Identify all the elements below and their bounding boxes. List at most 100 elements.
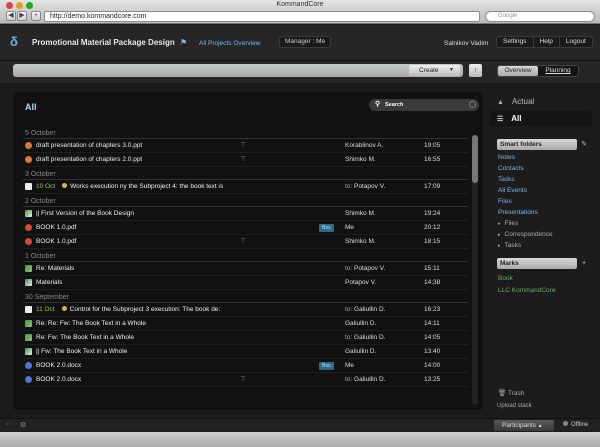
- app-logo[interactable]: δ: [10, 34, 18, 49]
- marks-header[interactable]: Marks: [497, 258, 577, 269]
- activity-row[interactable]: || First Version of the Book Design Shimk…: [23, 207, 468, 221]
- google-search-input[interactable]: Google: [485, 11, 595, 22]
- activity-row[interactable]: Materials Potapov V. 14:38: [23, 276, 468, 290]
- smart-folder-subgroup[interactable]: Files: [498, 220, 519, 227]
- activity-row[interactable]: BOOK 2.0.docx Box Me 14:00: [23, 359, 468, 373]
- item-title[interactable]: 10 Oct Works execution ny the Subproject …: [36, 180, 236, 194]
- manager-selector[interactable]: Manager : Me: [279, 36, 332, 48]
- all-projects-link[interactable]: All Projects Overview: [199, 40, 260, 47]
- activity-row[interactable]: BOOK 2.0.docx ⊤ to: Galiullin D. 13:25: [23, 373, 468, 387]
- pushpin-icon[interactable]: ⊤: [240, 153, 246, 167]
- scrollbar[interactable]: [472, 135, 478, 405]
- item-title[interactable]: draft presentation of chapters 3.0.ppt: [36, 139, 236, 153]
- person-name: Korablinov A.: [345, 142, 384, 149]
- pushpin-icon[interactable]: ⊤: [240, 139, 246, 153]
- sidebar-item-all[interactable]: ☰ All: [490, 111, 592, 126]
- upload-stack-link[interactable]: Upload stack: [497, 403, 532, 409]
- email-thread-icon: [25, 279, 32, 286]
- box-tag[interactable]: Box: [319, 224, 334, 232]
- item-title[interactable]: BOOK 2.0.docx: [36, 359, 236, 373]
- activity-row[interactable]: 10 Oct Works execution ny the Subproject …: [23, 180, 468, 194]
- person-name: Galiullin D.: [354, 376, 386, 383]
- logout-link[interactable]: Logout: [560, 37, 592, 47]
- activity-row[interactable]: draft presentation of chapters 3.0.ppt ⊤ K…: [23, 139, 468, 153]
- address-bar[interactable]: http://demo.kommandcore.com: [44, 11, 480, 22]
- back-button[interactable]: ◀: [6, 11, 16, 21]
- clear-search-icon[interactable]: [469, 101, 476, 108]
- smart-folder-link[interactable]: All Events: [498, 187, 527, 194]
- sidebar-label-actual: Actual: [511, 97, 535, 106]
- item-title[interactable]: BOOK 1.0.pdf: [36, 235, 236, 249]
- person-name: Potapov V.: [345, 279, 377, 286]
- sidebar: ▲ Actual ☰ All Smart folders ✎ Notes Contac…: [490, 92, 600, 410]
- panel-title: All: [25, 102, 37, 112]
- item-title[interactable]: 11 Oct Control for the Subproject 3 execu…: [36, 303, 236, 317]
- pushpin-icon[interactable]: ⊤: [240, 373, 246, 387]
- smart-folder-subgroup[interactable]: Correspondence: [498, 231, 553, 238]
- overview-tab[interactable]: Overview: [498, 66, 538, 76]
- activity-row[interactable]: BOOK 1.0.pdf Box Me 20:12: [23, 221, 468, 235]
- smart-folder-link[interactable]: Contacts: [498, 165, 524, 172]
- task-checkbox-icon[interactable]: [25, 183, 32, 190]
- smart-folder-link[interactable]: Files: [498, 198, 512, 205]
- sidebar-item-trash[interactable]: 🗑 Trash: [498, 389, 524, 397]
- person-name: Shimko M.: [345, 156, 376, 163]
- activity-row[interactable]: Re: Materials to: Potapov V. 15:11: [23, 262, 468, 276]
- settings-link[interactable]: Settings: [497, 37, 534, 47]
- forward-button[interactable]: ▶: [17, 11, 27, 21]
- item-title[interactable]: Re: Materials: [36, 262, 236, 276]
- smart-folder-subgroup[interactable]: Tasks: [498, 242, 522, 249]
- project-tree-icon[interactable]: ⚑: [180, 38, 187, 47]
- add-mark-icon[interactable]: +: [579, 259, 589, 269]
- project-title: Promotional Material Package Design: [32, 38, 175, 47]
- scroll-thumb[interactable]: [472, 135, 478, 183]
- item-person: Me: [345, 359, 354, 373]
- item-title-text: Materials: [36, 279, 63, 286]
- offline-status: Offline: [563, 421, 588, 428]
- activity-row[interactable]: || Fw: The Book Text in a Whole Galiullin…: [23, 345, 468, 359]
- item-title-text: draft presentation of chapters 2.0.ppt: [36, 156, 143, 163]
- activity-row[interactable]: Re: Fw: The Book Text in a Whole to: Gali…: [23, 331, 468, 345]
- activity-row[interactable]: Re: Re: Fw: The Book Text in a Whole Gali…: [23, 317, 468, 331]
- item-title[interactable]: BOOK 1.0.pdf: [36, 221, 236, 235]
- settings-icon[interactable]: ⚙: [20, 421, 26, 429]
- edit-icon[interactable]: ✎: [579, 140, 589, 150]
- activity-row[interactable]: BOOK 1.0.pdf ⊤ Shimko M. 18:15: [23, 235, 468, 249]
- help-link[interactable]: Help: [534, 37, 560, 47]
- item-title[interactable]: Re: Fw: The Book Text in a Whole: [36, 331, 236, 345]
- create-button[interactable]: Create ▼: [409, 65, 460, 76]
- item-time: 20:12: [424, 224, 441, 231]
- box-tag[interactable]: Box: [319, 362, 334, 370]
- item-title[interactable]: Re: Re: Fw: The Book Text in a Whole: [36, 317, 236, 331]
- sidebar-item-actual[interactable]: ▲ Actual: [490, 97, 534, 106]
- item-title[interactable]: draft presentation of chapters 2.0.ppt: [36, 153, 236, 167]
- person-name: Me: [345, 362, 355, 369]
- mark-link[interactable]: Book: [498, 275, 513, 282]
- activity-row[interactable]: 11 Oct Control for the Subproject 3 execu…: [23, 303, 468, 317]
- participants-button[interactable]: Participants ▲: [494, 420, 554, 431]
- quick-input-field[interactable]: [13, 64, 463, 77]
- pushpin-icon[interactable]: ⊤: [240, 235, 246, 249]
- item-title[interactable]: Materials: [36, 276, 236, 290]
- item-person: Galiullin D.: [345, 317, 376, 331]
- smart-folders-header[interactable]: Smart folders: [497, 139, 577, 150]
- task-checkbox-icon[interactable]: [25, 306, 32, 313]
- smart-folder-link[interactable]: Presentations: [498, 209, 538, 216]
- add-tab-button[interactable]: +: [31, 11, 41, 21]
- planning-tab[interactable]: Planning: [538, 66, 578, 76]
- item-time: 15:11: [424, 265, 440, 272]
- person-name: Me: [345, 224, 355, 231]
- activity-row[interactable]: draft presentation of chapters 2.0.ppt ⊤ S…: [23, 153, 468, 167]
- item-title[interactable]: || Fw: The Book Text in a Whole: [36, 345, 236, 359]
- smart-folder-link[interactable]: Tasks: [498, 176, 515, 183]
- smart-folder-link[interactable]: Notes: [498, 154, 515, 161]
- chat-icon[interactable]: ▫: [6, 421, 8, 428]
- chevron-down-icon: ▼: [449, 67, 454, 73]
- item-title[interactable]: || First Version of the Book Design: [36, 207, 236, 221]
- item-time: 18:15: [424, 238, 441, 245]
- upload-icon[interactable]: ↑: [469, 64, 482, 77]
- browser-chrome: KommandCore ◀ ▶ + http://demo.kommandcor…: [0, 0, 600, 24]
- item-title[interactable]: BOOK 2.0.docx: [36, 373, 236, 387]
- mark-link[interactable]: LLC KommandCore: [498, 287, 555, 294]
- panel-search-input[interactable]: ⚲ Search: [369, 99, 479, 111]
